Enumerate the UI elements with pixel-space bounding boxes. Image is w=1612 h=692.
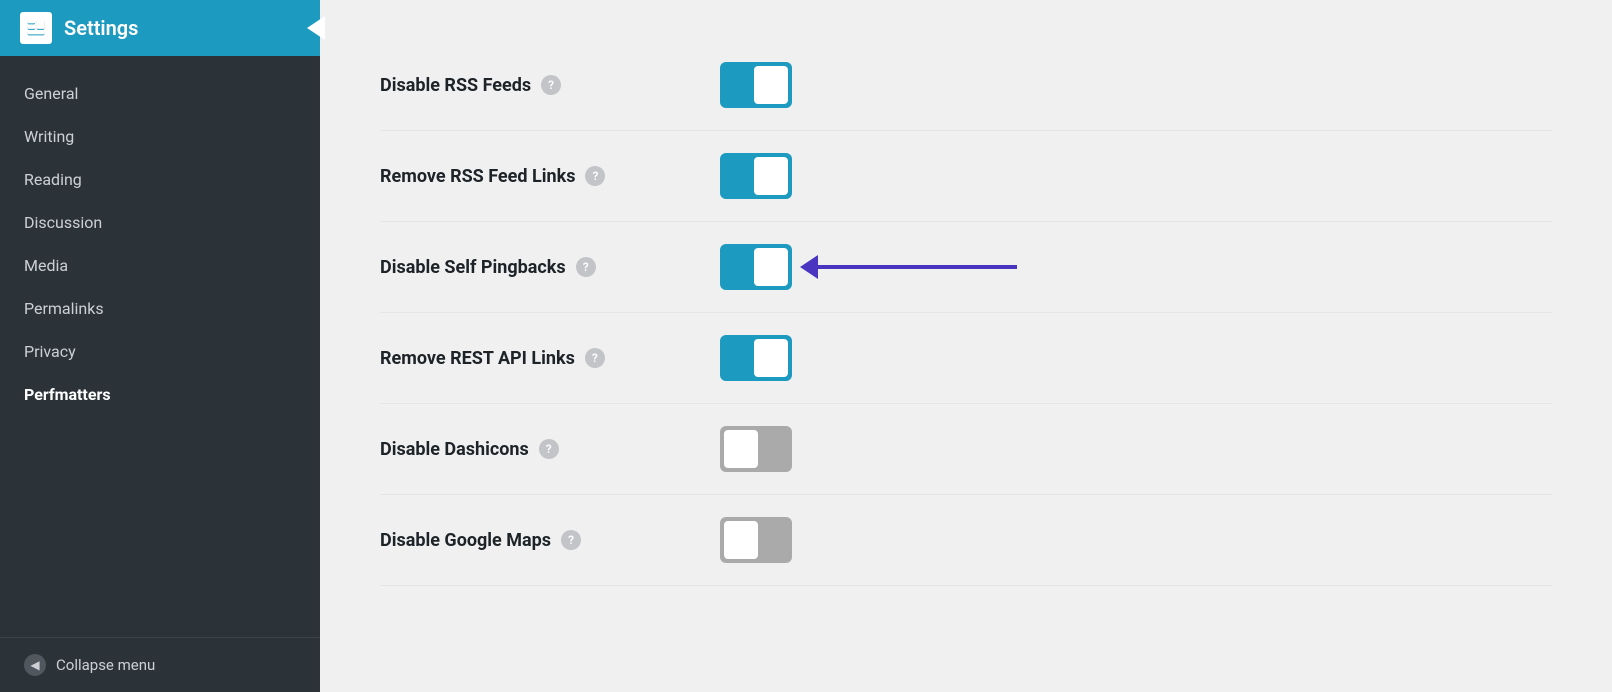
setting-row-disable-dashicons: Disable Dashicons ?	[380, 404, 1552, 495]
setting-row-remove-rest-api-links: Remove REST API Links ?	[380, 313, 1552, 404]
toggle-disable-rss-feeds[interactable]	[720, 62, 792, 108]
sidebar-item-reading[interactable]: Reading	[0, 158, 320, 201]
setting-label-remove-rss-feed-links: Remove RSS Feed Links ?	[380, 166, 720, 187]
help-icon-remove-rest-api-links[interactable]: ?	[585, 348, 605, 368]
sidebar-item-writing[interactable]: Writing	[0, 115, 320, 158]
setting-label-disable-dashicons: Disable Dashicons ?	[380, 439, 720, 460]
collapse-icon: ◀	[24, 654, 46, 676]
help-icon-remove-rss-feed-links[interactable]: ?	[585, 166, 605, 186]
toggle-disable-dashicons[interactable]	[720, 426, 792, 472]
wp-logo	[20, 12, 52, 44]
setting-row-disable-google-maps: Disable Google Maps ?	[380, 495, 1552, 586]
toggle-remove-rss-feed-links[interactable]	[720, 153, 792, 199]
setting-label-disable-rss-feeds: Disable RSS Feeds ?	[380, 75, 720, 96]
sidebar-item-privacy[interactable]: Privacy	[0, 330, 320, 373]
toggle-knob	[754, 339, 788, 377]
main-content: Disable RSS Feeds ? Remove RSS Feed Link…	[320, 0, 1612, 692]
toggle-knob	[754, 248, 788, 286]
sidebar-item-permalinks[interactable]: Permalinks	[0, 287, 320, 330]
toggle-knob	[724, 430, 758, 468]
sidebar-title: Settings	[64, 16, 138, 40]
settings-list: Disable RSS Feeds ? Remove RSS Feed Link…	[380, 40, 1552, 586]
setting-label-disable-self-pingbacks: Disable Self Pingbacks ?	[380, 257, 720, 278]
sidebar-nav: General Writing Reading Discussion Media…	[0, 56, 320, 637]
toggle-disable-self-pingbacks[interactable]	[720, 244, 792, 290]
toggle-disable-google-maps[interactable]	[720, 517, 792, 563]
arrow-annotation	[800, 255, 1017, 279]
toggle-remove-rest-api-links[interactable]	[720, 335, 792, 381]
collapse-menu-label: Collapse menu	[56, 656, 155, 674]
sidebar-arrow-decoration	[307, 16, 325, 40]
arrow-line	[817, 265, 1017, 269]
toggle-knob	[754, 66, 788, 104]
setting-label-disable-google-maps: Disable Google Maps ?	[380, 530, 720, 551]
help-icon-disable-google-maps[interactable]: ?	[561, 530, 581, 550]
setting-row-disable-self-pingbacks: Disable Self Pingbacks ?	[380, 222, 1552, 313]
collapse-menu-button[interactable]: ◀ Collapse menu	[0, 637, 320, 692]
sidebar-item-perfmatters[interactable]: Perfmatters	[0, 373, 320, 416]
help-icon-disable-dashicons[interactable]: ?	[539, 439, 559, 459]
toggle-knob	[724, 521, 758, 559]
sidebar-back-arrow	[282, 16, 300, 40]
setting-row-disable-rss-feeds: Disable RSS Feeds ?	[380, 40, 1552, 131]
sidebar: Settings General Writing Reading Discuss…	[0, 0, 320, 692]
sidebar-item-media[interactable]: Media	[0, 244, 320, 287]
sidebar-item-discussion[interactable]: Discussion	[0, 201, 320, 244]
setting-label-remove-rest-api-links: Remove REST API Links ?	[380, 348, 720, 369]
arrow-head	[800, 255, 818, 279]
setting-row-remove-rss-feed-links: Remove RSS Feed Links ?	[380, 131, 1552, 222]
help-icon-disable-self-pingbacks[interactable]: ?	[576, 257, 596, 277]
help-icon-disable-rss-feeds[interactable]: ?	[541, 75, 561, 95]
toggle-knob	[754, 157, 788, 195]
sidebar-header: Settings	[0, 0, 320, 56]
sidebar-item-general[interactable]: General	[0, 72, 320, 115]
